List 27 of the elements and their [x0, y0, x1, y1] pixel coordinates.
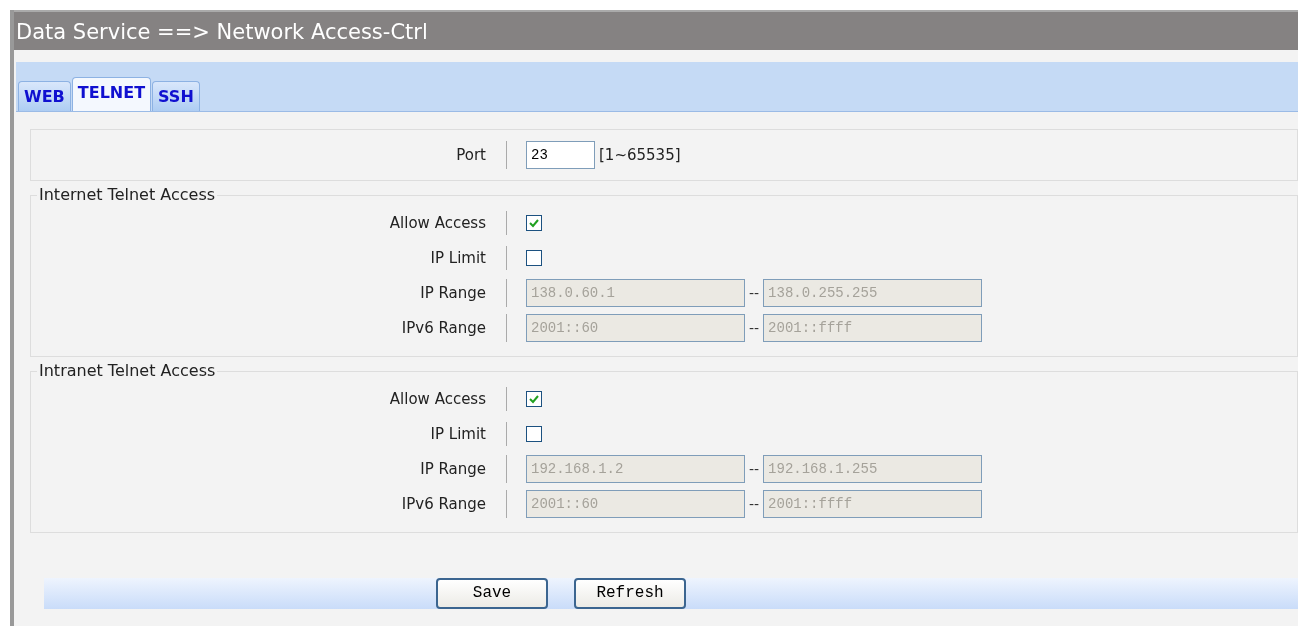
field-label: IPv6 Range — [400, 318, 487, 340]
field-label: Allow Access — [388, 388, 487, 410]
checkbox[interactable] — [526, 426, 542, 443]
checkbox[interactable] — [526, 391, 542, 408]
section-legend: Internet Telnet Access — [37, 185, 218, 206]
separator: -- — [749, 283, 760, 303]
tab[interactable]: SSH — [152, 81, 200, 111]
button[interactable]: Refresh — [574, 577, 686, 609]
separator: -- — [749, 459, 760, 479]
field-label: Port — [455, 144, 487, 166]
port-field[interactable]: 23 — [526, 141, 595, 169]
field-label: IP Limit — [429, 248, 487, 270]
button[interactable]: Save — [436, 577, 548, 609]
separator: -- — [749, 318, 760, 338]
checkbox[interactable] — [526, 250, 542, 267]
page-title: Data Service ==> Network Access-Ctrl — [14, 10, 1298, 50]
section-legend: Intranet Telnet Access — [37, 360, 218, 382]
tab[interactable]: TELNET — [71, 77, 152, 111]
checkbox[interactable] — [526, 215, 542, 232]
field-label: IPv6 Range — [400, 493, 487, 515]
tab[interactable]: WEB — [18, 81, 71, 111]
field-label: Allow Access — [388, 213, 487, 235]
separator: -- — [749, 494, 760, 514]
field-label: IP Range — [419, 283, 487, 305]
range-hint: [1~65535] — [599, 144, 681, 166]
field-label: IP Range — [419, 458, 487, 480]
field-label: IP Limit — [429, 423, 487, 445]
